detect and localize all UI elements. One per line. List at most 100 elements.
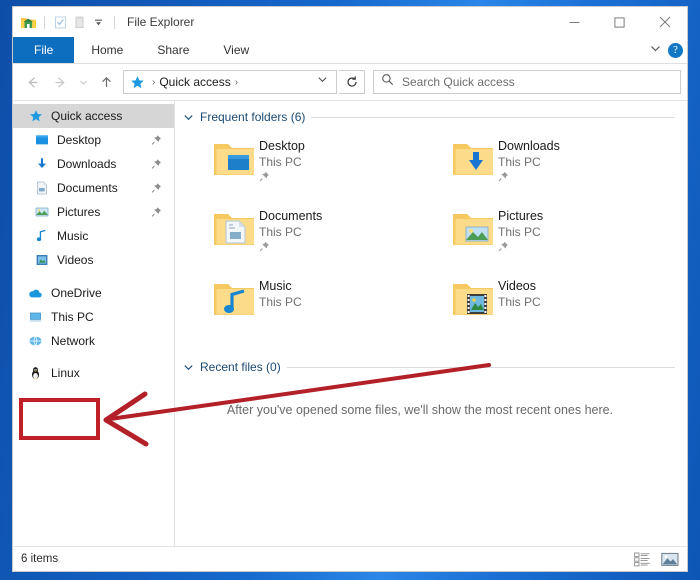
ribbon-tab-bar: File Home Share View ? [13,37,687,64]
folder-location: This PC [498,295,541,309]
title-bar: File Explorer [13,7,687,37]
search-icon [381,73,394,91]
pin-icon[interactable] [259,241,322,252]
sidebar-item-label: Music [57,229,89,243]
window-title: File Explorer [127,15,195,29]
tab-share[interactable]: Share [140,37,206,63]
sidebar-item-label: Desktop [57,133,102,147]
properties-icon[interactable] [52,14,69,31]
folder-name: Downloads [498,139,560,153]
window-body: Quick access Desktop Downloads Documents… [13,100,687,546]
tab-home[interactable]: Home [74,37,140,63]
sidebar-item-this-pc[interactable]: This PC [13,305,174,329]
sidebar-item-network[interactable]: Network [13,329,174,353]
sidebar-item-label: Quick access [51,109,123,123]
pin-icon[interactable] [151,207,162,218]
pin-icon[interactable] [498,241,543,252]
search-box[interactable]: Search Quick access [373,70,681,94]
address-path-box[interactable]: › Quick access › [123,70,337,94]
onedrive-cloud-icon [27,285,44,302]
minimize-button[interactable] [552,7,597,37]
tab-view[interactable]: View [206,37,266,63]
folder-tile-documents[interactable]: Documents This PC [209,203,448,265]
group-header-rule [286,366,675,368]
folder-tile-videos[interactable]: Videos This PC [448,273,687,335]
chevron-down-icon[interactable] [90,14,107,31]
chevron-down-icon[interactable] [183,112,194,123]
sidebar-item-videos[interactable]: Videos [13,248,174,272]
folder-tile-desktop[interactable]: Desktop This PC [209,133,448,195]
pin-icon[interactable] [498,171,560,182]
sidebar-item-desktop[interactable]: Desktop [13,128,174,152]
folder-name: Music [259,279,292,293]
folder-location: This PC [498,225,541,239]
sidebar-item-documents[interactable]: Documents [13,176,174,200]
frequent-folders-header[interactable]: Frequent folders (6) [183,110,687,124]
network-icon [27,333,44,350]
pin-icon[interactable] [151,183,162,194]
sidebar-item-label: OneDrive [51,286,102,300]
chevron-down-icon[interactable] [183,362,194,373]
sidebar-item-quick-access[interactable]: Quick access [13,104,174,128]
folder-location: This PC [259,225,302,239]
folder-tile-downloads[interactable]: Downloads This PC [448,133,687,195]
folder-location: This PC [259,155,302,169]
folder-music-icon [209,273,259,335]
pin-icon[interactable] [151,135,162,146]
sidebar-item-label: Documents [57,181,118,195]
sidebar-item-linux[interactable]: Linux [13,361,174,385]
item-count-label: 6 items [21,553,59,565]
recent-files-header[interactable]: Recent files (0) [183,360,687,374]
pin-icon[interactable] [259,171,305,182]
sidebar-item-label: Network [51,334,96,348]
address-dropdown-icon[interactable] [316,73,329,91]
search-input[interactable]: Search Quick access [402,75,515,89]
desktop-icon [33,132,50,149]
downloads-icon [33,156,50,173]
recent-locations-button[interactable] [75,69,91,95]
status-bar: 6 items [13,546,687,571]
folder-tile-text: Music This PC [259,273,302,335]
folder-downloads-icon [448,133,498,195]
star-icon [27,108,44,125]
breadcrumb-separator-2[interactable]: › [235,77,238,88]
details-view-icon[interactable] [633,551,652,568]
tab-file[interactable]: File [13,37,75,63]
sidebar-item-downloads[interactable]: Downloads [13,152,174,176]
sidebar-item-pictures[interactable]: Pictures [13,200,174,224]
folder-location: This PC [259,295,302,309]
star-icon [130,75,145,90]
sidebar-item-label: Videos [57,253,94,267]
sidebar-item-label: Linux [51,366,80,380]
sidebar-item-onedrive[interactable]: OneDrive [13,281,174,305]
sidebar-item-music[interactable]: Music [13,224,174,248]
folder-tile-music[interactable]: Music This PC [209,273,448,335]
sidebar-item-label: Downloads [57,157,117,171]
expand-ribbon-icon[interactable] [649,42,662,60]
group-header-rule [311,116,675,118]
new-folder-icon[interactable] [71,14,88,31]
this-pc-icon [27,309,44,326]
help-icon[interactable]: ? [668,43,683,58]
back-button[interactable] [19,69,45,95]
folder-tile-pictures[interactable]: Pictures This PC [448,203,687,265]
frequent-folders-grid: Desktop This PC Downloads This PC Docume… [183,124,687,335]
toolbar-divider [44,15,45,29]
maximize-button[interactable] [597,7,642,37]
pin-icon[interactable] [151,159,162,170]
close-button[interactable] [642,7,687,37]
folder-name: Desktop [259,139,305,153]
forward-button[interactable] [47,69,73,95]
folder-tile-text: Documents This PC [259,203,322,265]
pictures-icon [33,204,50,221]
folder-documents-icon [209,203,259,265]
refresh-button[interactable] [339,70,365,94]
address-bar-row: › Quick access › Search Quick access [13,64,687,100]
breadcrumb-quick-access[interactable]: Quick access [159,75,230,89]
videos-icon [33,252,50,269]
up-button[interactable] [93,69,119,95]
ribbon-right-controls: ? [649,37,683,64]
navigation-pane: Quick access Desktop Downloads Documents… [13,101,175,546]
large-icons-view-icon[interactable] [660,551,679,568]
